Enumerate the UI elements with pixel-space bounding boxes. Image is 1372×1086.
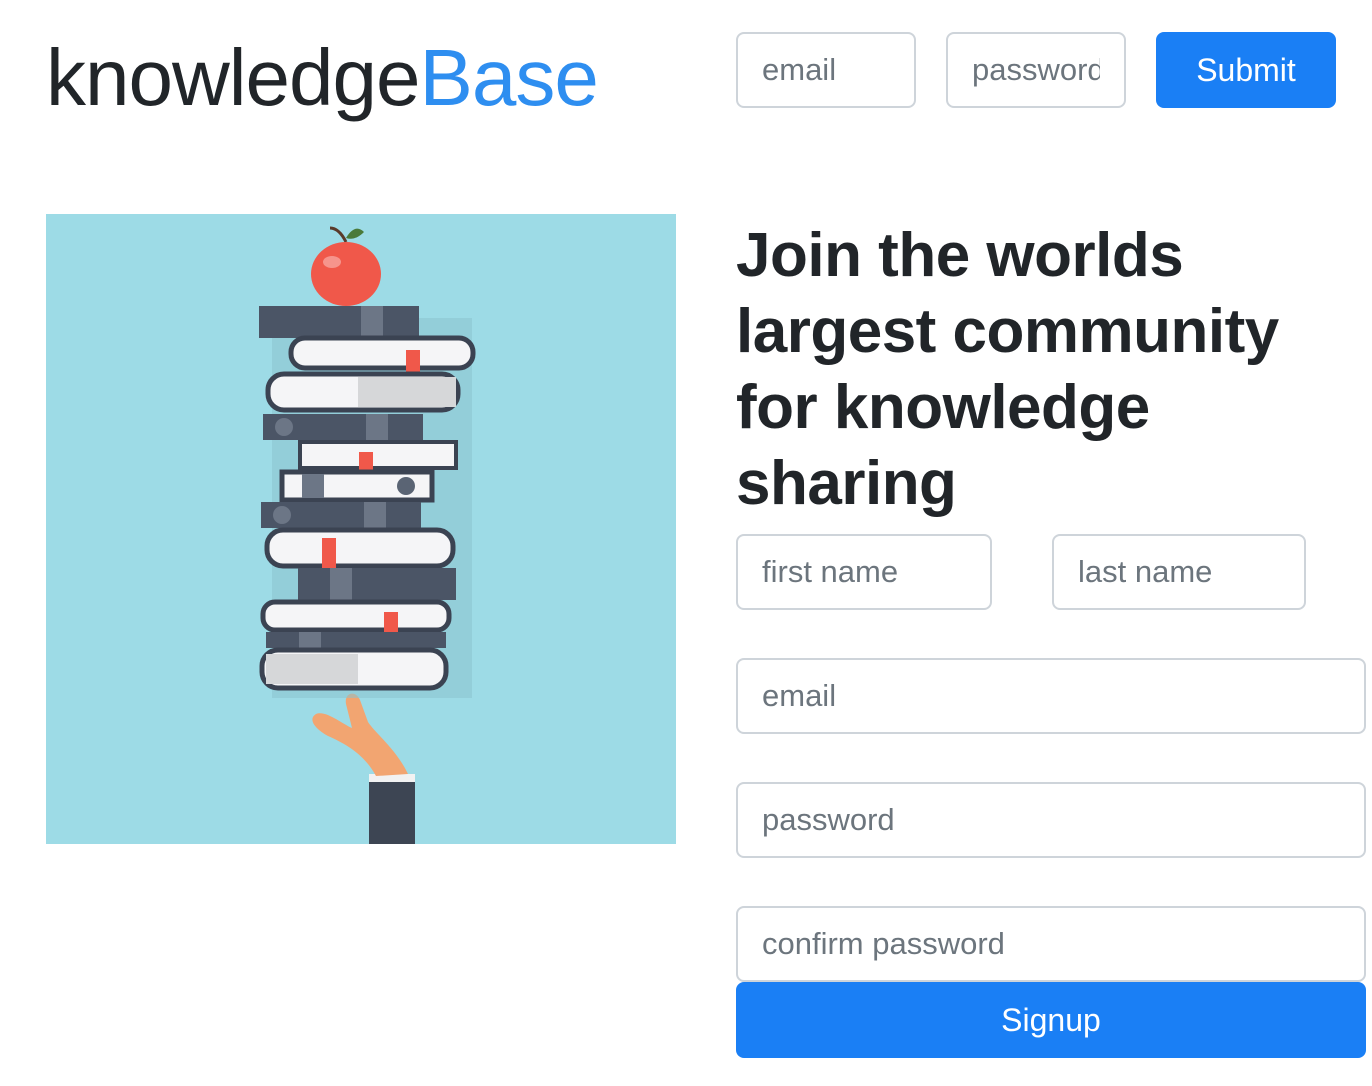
signup-button[interactable]: Signup	[736, 982, 1366, 1058]
book	[298, 568, 456, 600]
apple-stem	[329, 226, 348, 243]
book	[259, 306, 419, 338]
book-dot	[273, 506, 291, 524]
logo-part1: knowledge	[46, 33, 420, 122]
apple	[311, 242, 381, 306]
book-band	[361, 306, 383, 338]
login-password-input[interactable]	[946, 32, 1126, 108]
book-band	[302, 474, 324, 498]
confirm-password-input[interactable]	[736, 906, 1366, 982]
book	[264, 527, 456, 569]
bookmark	[322, 538, 336, 570]
book-page-shade	[266, 654, 358, 684]
apple-leaf	[346, 228, 364, 239]
book-dot	[275, 418, 293, 436]
hand	[312, 693, 408, 776]
signup-email-input[interactable]	[736, 658, 1366, 734]
hero-image	[46, 214, 676, 844]
first-name-input[interactable]	[736, 534, 992, 610]
book-band	[366, 414, 388, 440]
signup-headline: Join the worlds largest community for kn…	[736, 221, 1279, 518]
apple-highlight	[323, 256, 341, 268]
stack-of-books-with-apple-icon	[259, 226, 476, 844]
logo: knowledgeBase	[46, 38, 599, 118]
logo-part2: Base	[419, 33, 599, 122]
book-dot	[397, 477, 415, 495]
book-band	[364, 502, 386, 528]
book	[298, 440, 458, 470]
last-name-input[interactable]	[1052, 534, 1306, 610]
book-band	[299, 632, 321, 648]
book-page-shade	[358, 377, 456, 407]
sleeve	[369, 779, 415, 844]
login-submit-button[interactable]: Submit	[1156, 32, 1336, 108]
book	[260, 599, 452, 633]
book-band	[330, 568, 352, 600]
signup-password-input[interactable]	[736, 782, 1366, 858]
book	[266, 632, 446, 648]
book	[288, 335, 476, 371]
login-email-input[interactable]	[736, 32, 916, 108]
